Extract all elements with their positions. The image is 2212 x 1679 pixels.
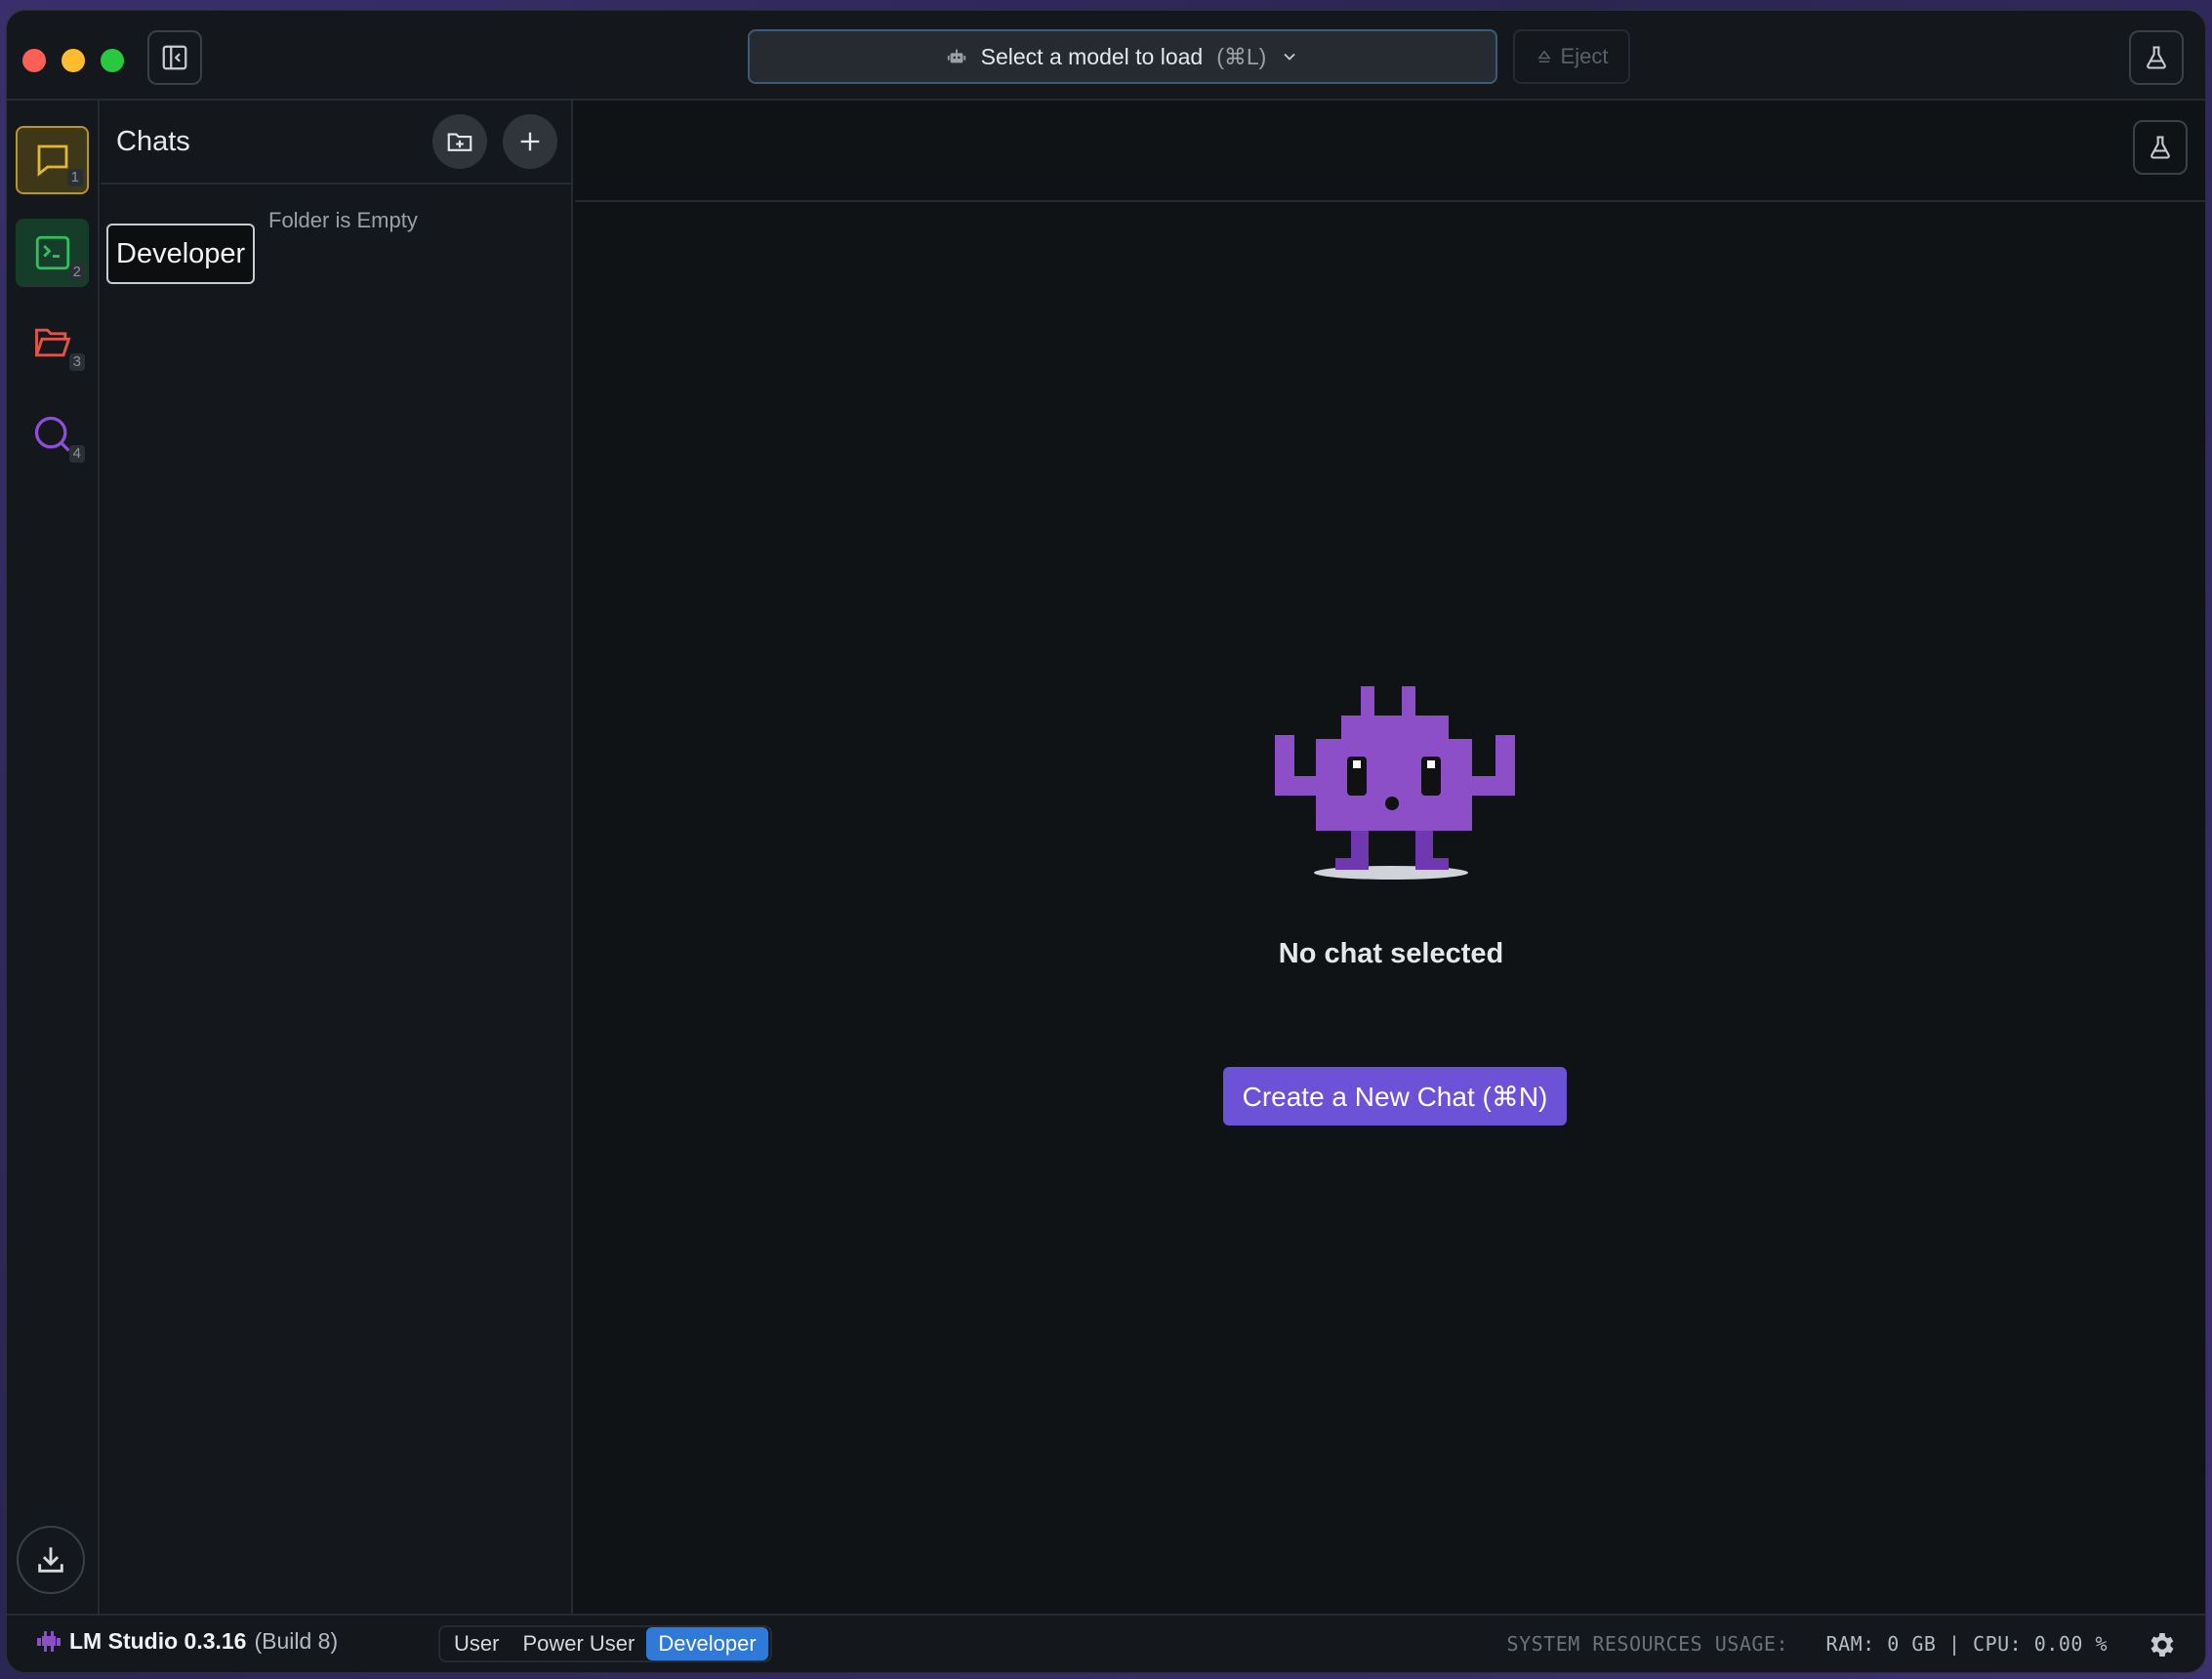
mode-user-tab[interactable]: User — [442, 1627, 511, 1660]
mode-developer-tab[interactable]: Developer — [646, 1627, 768, 1660]
build-label: (Build 8) — [254, 1628, 339, 1654]
flask-icon — [2151, 136, 2170, 159]
folder-open-icon — [34, 328, 71, 357]
mode-power-user-tab[interactable]: Power User — [511, 1627, 646, 1660]
eject-label: Eject — [1560, 44, 1609, 68]
model-select-shortcut: (⌘L) — [1216, 43, 1267, 69]
left-rail: 1 2 3 4 — [7, 101, 100, 1616]
rail-search-button[interactable]: 4 — [16, 400, 89, 469]
mascot-icon — [1275, 686, 1515, 880]
resources-label: SYSTEM RESOURCES USAGE: — [1506, 1632, 1788, 1656]
resource-usage: SYSTEM RESOURCES USAGE: RAM: 0 GB | CPU:… — [1507, 1632, 2108, 1656]
downloads-button[interactable] — [17, 1526, 85, 1594]
eject-button[interactable]: Eject — [1513, 29, 1630, 84]
status-bar: LM Studio 0.3.16 (Build 8) User Power Us… — [7, 1614, 2205, 1672]
rail-models-button[interactable]: 3 — [16, 308, 89, 377]
new-chat-button[interactable] — [503, 114, 557, 169]
lm-studio-logo-icon — [37, 1630, 61, 1652]
robot-icon — [947, 49, 965, 63]
rail-developer-button[interactable]: 2 — [16, 219, 89, 287]
lab-panel-button[interactable] — [2133, 120, 2188, 175]
terminal-icon — [35, 235, 69, 270]
chats-header: Chats — [101, 101, 571, 184]
folder-plus-icon — [447, 133, 472, 151]
main-area: No chat selected Create a New Chat (⌘N) — [575, 101, 2205, 1616]
main-topbar — [575, 101, 2205, 202]
chats-panel: Chats Folder is Empty Developer — [101, 101, 573, 1616]
model-select-label: Select a model to load — [980, 43, 1204, 69]
rail-shortcut-number: 4 — [68, 445, 85, 463]
search-icon — [34, 416, 70, 452]
model-select-dropdown[interactable]: Select a model to load (⌘L) — [748, 29, 1497, 84]
folder-empty-text: Folder is Empty — [268, 208, 418, 232]
title-bar: Select a model to load (⌘L) Eject — [7, 11, 2205, 101]
app-window: Select a model to load (⌘L) Eject 1 2 3 … — [6, 10, 2206, 1673]
app-name-label: LM Studio 0.3.16 — [69, 1628, 247, 1654]
resources-value: RAM: 0 GB | CPU: 0.00 % — [1825, 1632, 2108, 1656]
sidebar-collapse-icon — [162, 45, 187, 70]
chevron-down-icon — [1284, 53, 1296, 61]
rail-tooltip: Developer — [106, 224, 256, 284]
flask-icon — [2147, 46, 2166, 69]
download-icon — [38, 1547, 63, 1573]
new-folder-button[interactable] — [432, 114, 487, 169]
close-window-button[interactable] — [22, 49, 46, 72]
lab-button[interactable] — [2129, 30, 2184, 85]
create-new-chat-button[interactable]: Create a New Chat (⌘N) — [1223, 1067, 1567, 1126]
empty-state-title: No chat selected — [1278, 938, 1504, 969]
minimize-window-button[interactable] — [61, 49, 85, 72]
plus-icon — [520, 132, 540, 151]
chats-title: Chats — [116, 126, 190, 157]
maximize-window-button[interactable] — [101, 49, 124, 72]
rail-chat-button[interactable]: 1 — [16, 126, 89, 194]
sidebar-toggle-button[interactable] — [147, 30, 202, 85]
gear-icon[interactable] — [2147, 1629, 2178, 1660]
rail-shortcut-number: 2 — [68, 264, 85, 281]
mode-switch: User Power User Developer — [438, 1625, 772, 1662]
app-version: LM Studio 0.3.16 (Build 8) — [36, 1628, 338, 1655]
eject-icon — [1536, 50, 1551, 62]
rail-shortcut-number: 3 — [68, 353, 85, 371]
rail-shortcut-number: 1 — [66, 169, 83, 186]
